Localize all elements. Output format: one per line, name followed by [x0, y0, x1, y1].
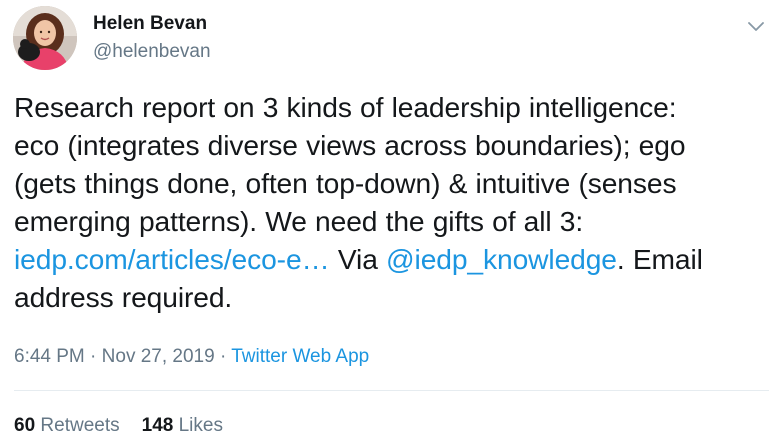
author-name[interactable]: Helen Bevan — [93, 13, 207, 35]
via-text: Via — [329, 243, 387, 275]
avatar[interactable] — [13, 6, 77, 70]
tweet-time[interactable]: 6:44 PM — [14, 346, 85, 367]
divider — [14, 390, 769, 391]
retweets-count: 60 — [14, 415, 36, 436]
meta-separator: · — [214, 346, 232, 367]
tweet-text-line: address required. — [14, 281, 233, 313]
tweet-stats: 60 Retweets 148 Likes — [14, 415, 223, 437]
tweet-text-line: iedp.com/articles/eco-e… Via @iedp_knowl… — [14, 240, 774, 278]
chevron-down-icon[interactable] — [744, 14, 768, 38]
tweet-source[interactable]: Twitter Web App — [231, 346, 369, 367]
tweet-text: Research report on 3 kinds of leadership… — [14, 88, 774, 316]
tweet: Helen Bevan @helenbevan Research report … — [0, 0, 783, 447]
tweet-text-line: emerging patterns). We need the gifts of… — [14, 205, 584, 237]
likes-stat[interactable]: 148 Likes — [142, 415, 223, 436]
retweets-label: Retweets — [40, 415, 120, 436]
tweet-date: Nov 27, 2019 — [101, 346, 215, 367]
mention-link[interactable]: @iedp_knowledge — [386, 243, 617, 275]
likes-count: 148 — [141, 415, 174, 436]
tail-text: . Email — [616, 243, 703, 275]
tweet-meta: 6:44 PM · Nov 27, 2019 · Twitter Web App — [14, 346, 369, 368]
likes-label: Likes — [178, 415, 223, 436]
avatar-image — [13, 6, 77, 70]
tweet-text-line: Research report on 3 kinds of leadership… — [14, 91, 677, 123]
article-link[interactable]: iedp.com/articles/eco-e… — [14, 243, 330, 275]
author-handle[interactable]: @helenbevan — [93, 41, 211, 63]
retweets-stat[interactable]: 60 Retweets — [14, 415, 120, 436]
tweet-text-line: eco (integrates diverse views across bou… — [14, 129, 686, 161]
tweet-text-line: (gets things done, often top-down) & int… — [14, 167, 677, 199]
meta-separator: · — [84, 346, 102, 367]
